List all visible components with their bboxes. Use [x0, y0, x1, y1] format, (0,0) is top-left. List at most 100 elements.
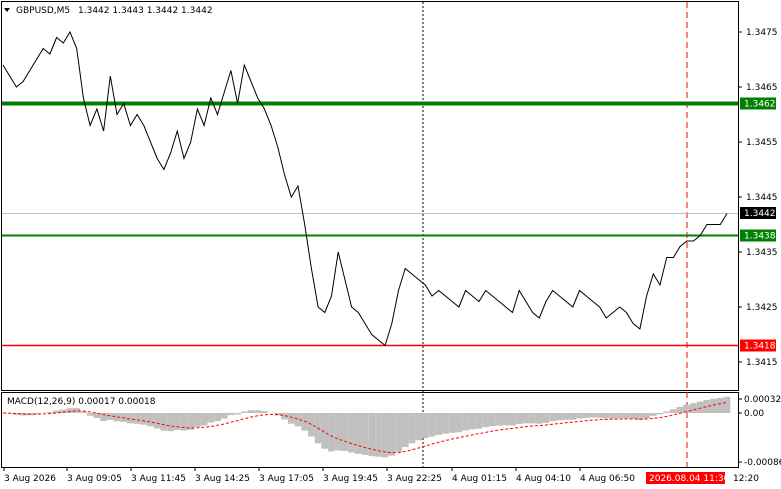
- macd-bar: [556, 413, 563, 421]
- macd-bar: [415, 413, 422, 441]
- price-tick-label: 1.3435: [746, 248, 778, 258]
- level-label: 1.3462: [744, 100, 776, 110]
- macd-bar: [334, 413, 342, 451]
- macd-bar: [649, 413, 657, 416]
- macd-bar: [381, 413, 389, 458]
- macd-bar: [241, 411, 248, 413]
- time-tick-label: 3 Aug 09:05: [67, 474, 122, 484]
- price-tick-label: 1.3415: [746, 358, 778, 368]
- macd-bar: [529, 413, 536, 424]
- macd-bar: [435, 413, 443, 435]
- macd-bar: [308, 413, 315, 437]
- price-tick-label: 1.3445: [746, 193, 778, 203]
- macd-bar: [140, 413, 148, 425]
- price-tick-label: 1.3425: [746, 303, 778, 313]
- macd-bar: [495, 413, 503, 426]
- macd-bar: [562, 413, 570, 420]
- macd-bar: [643, 413, 650, 419]
- macd-bar: [214, 413, 221, 422]
- macd-bar: [603, 413, 610, 419]
- macd-bar: [542, 413, 550, 423]
- macd-bar: [629, 413, 637, 420]
- macd-bar: [354, 413, 362, 454]
- symbol-label: GBPUSD,M5: [16, 6, 70, 16]
- macd-bar: [247, 410, 255, 413]
- level-label: 1.3438: [744, 232, 776, 242]
- macd-bar: [690, 403, 697, 413]
- time-tick-label: 3 Aug 22:25: [387, 474, 442, 484]
- macd-bar: [207, 413, 215, 423]
- timestamp-label: 2026.08.04 11:30: [649, 474, 730, 484]
- macd-tick-label: 0.00: [744, 409, 764, 419]
- macd-bar: [475, 413, 483, 429]
- macd-bar: [341, 413, 349, 451]
- macd-bar: [723, 396, 731, 413]
- macd-bar: [187, 413, 195, 430]
- macd-bar: [388, 413, 396, 456]
- macd-bar: [66, 408, 74, 413]
- time-tick-label: 3 Aug 11:45: [131, 474, 186, 484]
- macd-bar: [194, 413, 201, 427]
- time-tick-label: 4 Aug 06:50: [580, 474, 635, 484]
- macd-bar: [200, 413, 208, 426]
- macd-bar: [696, 401, 704, 413]
- macd-bar: [147, 413, 154, 427]
- macd-bar: [234, 413, 241, 415]
- time-tick-label: 3 Aug 2026: [4, 474, 56, 484]
- macd-bar: [589, 413, 597, 418]
- time-tick-label: 3 Aug 17:05: [259, 474, 314, 484]
- macd-axis: 0.00032 0.00 -0.00086: [738, 395, 781, 468]
- price-axis: 1.34751.34651.34551.34451.34351.34251.34…: [738, 28, 778, 368]
- macd-bar: [670, 409, 677, 413]
- level-label: 1.3418: [744, 342, 776, 352]
- chart-header[interactable]: GBPUSD,M5 1.3442 1.3443 1.3442 1.3442: [4, 6, 213, 16]
- macd-bar: [167, 413, 174, 432]
- macd-bar: [448, 413, 456, 433]
- macd-bar: [254, 410, 262, 413]
- macd-bar: [576, 413, 583, 419]
- current-price-label: 1.3442: [744, 209, 776, 219]
- price-tick-label: 1.3465: [746, 83, 778, 93]
- macd-bar: [173, 413, 181, 430]
- macd-bar: [220, 413, 228, 419]
- ohlc-label: 1.3442 1.3443 1.3442 1.3442: [78, 6, 213, 16]
- level-labels: 1.3462 1.3438 1.3418: [740, 97, 776, 352]
- time-tick-label: 4 Aug 01:15: [452, 474, 507, 484]
- macd-bar: [710, 398, 717, 413]
- macd-bar: [80, 411, 87, 413]
- macd-bar: [569, 413, 577, 420]
- macd-bar: [716, 397, 724, 413]
- macd-bar: [227, 413, 235, 416]
- macd-bar: [153, 413, 161, 429]
- trading-chart[interactable]: GBPUSD,M5 1.3442 1.3443 1.3442 1.3442 1.…: [0, 0, 781, 489]
- macd-bar: [535, 413, 543, 424]
- macd-bar: [462, 413, 469, 431]
- macd-bar: [596, 413, 603, 418]
- price-tick-label: 1.3475: [746, 28, 778, 38]
- macd-bar: [160, 413, 168, 431]
- macd-bar: [522, 413, 530, 424]
- time-tick-label: 3 Aug 19:45: [323, 474, 378, 484]
- macd-tick-label: 0.00032: [744, 395, 781, 405]
- macd-bar: [676, 406, 684, 413]
- macd-bar: [502, 413, 510, 426]
- macd-bar: [287, 413, 295, 424]
- price-tick-label: 1.3455: [746, 138, 778, 148]
- macd-bar: [616, 413, 624, 419]
- macd-bar: [46, 412, 54, 413]
- macd-bar: [509, 413, 516, 426]
- macd-bar: [328, 413, 335, 452]
- macd-title: MACD(12,26,9) 0.00017 0.00018: [7, 397, 156, 407]
- macd-bar: [401, 413, 409, 448]
- macd-bar: [133, 413, 141, 424]
- macd-bar: [86, 413, 94, 416]
- time-tick-label: 4 Aug 04:10: [516, 474, 571, 484]
- macd-tick-label: -0.00086: [744, 458, 781, 468]
- macd-bar: [442, 413, 449, 434]
- macd-bar: [455, 413, 463, 433]
- macd-bar: [609, 413, 617, 419]
- time-end-label: 12:20: [733, 474, 759, 484]
- macd-bar: [663, 411, 670, 413]
- macd-bar: [408, 413, 416, 444]
- time-tick-label: 3 Aug 14:25: [195, 474, 250, 484]
